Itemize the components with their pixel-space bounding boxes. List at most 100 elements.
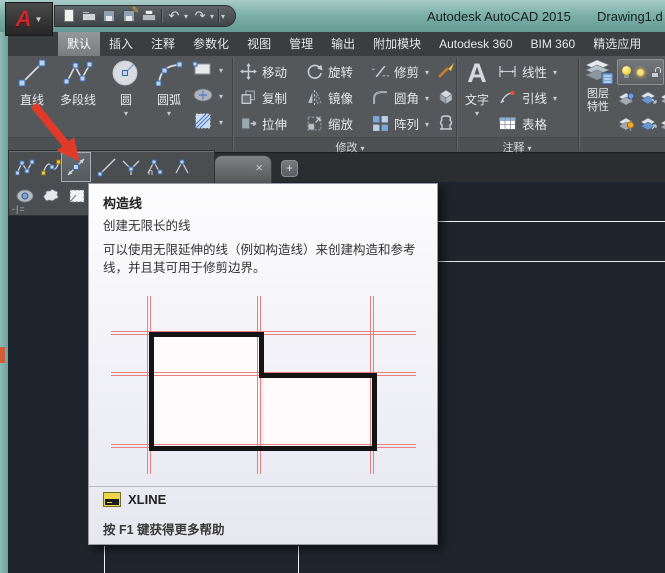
new-drawing-tab-button[interactable]: + xyxy=(281,160,298,177)
pencil-icon: ✎ xyxy=(131,5,139,16)
layer-thaw-sun-icon[interactable] xyxy=(634,66,646,79)
panel-separator xyxy=(232,58,233,151)
dropdown-icon xyxy=(528,142,532,154)
customize-qat-icon[interactable] xyxy=(221,12,225,21)
leader-button[interactable]: 引线 xyxy=(498,86,557,108)
layer-tool-button[interactable] xyxy=(660,116,665,132)
rotate-icon xyxy=(306,63,323,80)
tab-parametric[interactable]: 参数化 xyxy=(184,32,238,56)
layer-unlock-icon[interactable] xyxy=(650,66,660,79)
layer-walk-button[interactable] xyxy=(640,116,658,132)
tab-annotate[interactable]: 注释 xyxy=(142,32,184,56)
tab-output[interactable]: 输出 xyxy=(322,32,364,56)
modify-panel-label[interactable]: 修改 xyxy=(270,139,430,155)
drawing-file-tab[interactable]: × xyxy=(214,155,272,183)
stretch-icon xyxy=(240,115,257,132)
ribbon-tab-bar: 默认 插入 注释 参数化 视图 管理 输出 附加模块 Autodesk 360 … xyxy=(8,32,665,56)
rectangle-button[interactable] xyxy=(192,60,223,78)
plot-icon[interactable] xyxy=(141,8,157,24)
tab-bim360[interactable]: BIM 360 xyxy=(522,32,585,56)
stretch-button[interactable]: 拉伸 xyxy=(240,112,287,134)
dropdown-icon[interactable] xyxy=(425,64,429,78)
dropdown-icon[interactable] xyxy=(219,60,223,78)
toolbar-divide-button[interactable]: n xyxy=(145,155,169,179)
button-label: 表格 xyxy=(522,114,547,133)
tab-insert[interactable]: 插入 xyxy=(100,32,142,56)
polyline-button[interactable]: 多段线 xyxy=(52,58,104,108)
layer-properties-button[interactable]: 图层 特性 xyxy=(578,58,618,114)
move-button[interactable]: 移动 xyxy=(240,60,287,82)
close-tab-icon[interactable]: × xyxy=(255,161,263,175)
table-button[interactable]: 表格 xyxy=(498,112,547,134)
trim-button[interactable]: 修剪 xyxy=(372,60,429,82)
layer-off-button[interactable] xyxy=(618,116,636,132)
ellipse-button[interactable] xyxy=(192,86,223,104)
dropdown-icon[interactable] xyxy=(425,90,429,104)
quick-access-toolbar: ✎ ↶ ↷ xyxy=(54,5,236,27)
app-title: Autodesk AutoCAD 2015 xyxy=(427,9,571,24)
toolbar-grip-icon[interactable]: -|= xyxy=(12,204,26,214)
save-as-icon[interactable]: ✎ xyxy=(121,8,137,24)
toolbar-line-button[interactable] xyxy=(95,155,119,179)
toolbar-measure-button[interactable] xyxy=(171,155,195,179)
toolbar-boundary-button[interactable] xyxy=(65,184,89,208)
layer-isolate-button[interactable] xyxy=(618,90,636,106)
stamp-tool-button[interactable] xyxy=(436,112,456,134)
toolbar-separator xyxy=(218,9,219,23)
new-file-icon[interactable] xyxy=(61,8,77,24)
tooltip-description: 可以使用无限延伸的线（例如构造线）来创建构造和参考线，并且其可用于修剪边界。 xyxy=(103,241,427,277)
fillet-icon xyxy=(372,89,389,106)
tooltip-help-hint: 按 F1 键获得更多帮助 xyxy=(103,519,225,538)
hatch-button[interactable] xyxy=(192,112,223,130)
toolbar-polyline-button[interactable] xyxy=(13,155,37,179)
toolbar-ray-button[interactable] xyxy=(119,155,143,179)
dropdown-icon[interactable] xyxy=(167,109,171,117)
dropdown-icon[interactable] xyxy=(553,90,557,104)
tab-manage[interactable]: 管理 xyxy=(280,32,322,56)
tab-addins[interactable]: 附加模块 xyxy=(364,32,430,56)
layer-state-group xyxy=(617,59,664,85)
tab-home[interactable]: 默认 xyxy=(58,32,100,56)
dropdown-icon[interactable] xyxy=(124,109,128,117)
mirror-button[interactable]: 镜像 xyxy=(306,86,353,108)
button-label: 阵列 xyxy=(394,114,419,133)
dropdown-icon[interactable] xyxy=(425,116,429,130)
text-button[interactable]: A 文字 xyxy=(458,58,496,117)
array-button[interactable]: 阵列 xyxy=(372,112,429,134)
save-icon[interactable] xyxy=(101,8,117,24)
layers-icon xyxy=(582,58,614,86)
fillet-button[interactable]: 圆角 xyxy=(372,86,429,108)
copy-button[interactable]: 复制 xyxy=(240,86,287,108)
undo-icon[interactable]: ↶ xyxy=(166,8,182,24)
annotation-panel-label[interactable]: 注释 xyxy=(456,139,578,155)
toolbar-spline-button[interactable] xyxy=(39,155,63,179)
layer-on-bulb-icon[interactable] xyxy=(621,65,630,79)
open-file-icon[interactable] xyxy=(81,8,97,24)
3d-object-button[interactable] xyxy=(436,86,456,108)
linear-dimension-button[interactable]: 线性 xyxy=(498,60,557,82)
redo-icon[interactable]: ↷ xyxy=(192,8,208,24)
arc-button[interactable]: 圆弧 xyxy=(146,58,192,117)
toolbar-revision-cloud-button[interactable] xyxy=(39,184,63,208)
array-icon xyxy=(372,115,389,132)
undo-dropdown-icon[interactable] xyxy=(184,12,188,21)
button-label: 多段线 xyxy=(60,91,96,108)
line-button[interactable]: 直线 xyxy=(10,58,54,108)
redo-dropdown-icon[interactable] xyxy=(210,12,214,21)
application-menu-button[interactable]: A ▼ xyxy=(5,2,53,36)
rotate-button[interactable]: 旋转 xyxy=(306,60,353,82)
dropdown-icon[interactable] xyxy=(219,86,223,104)
dropdown-icon[interactable] xyxy=(219,112,223,130)
circle-button[interactable]: 圆 xyxy=(104,58,148,117)
scale-button[interactable]: 缩放 xyxy=(306,112,353,134)
tab-view[interactable]: 视图 xyxy=(238,32,280,56)
dropdown-icon[interactable] xyxy=(553,64,557,78)
button-label: 引线 xyxy=(522,88,547,107)
dropdown-icon[interactable] xyxy=(475,109,479,117)
layer-freeze-button[interactable] xyxy=(640,90,658,106)
tab-featured-apps[interactable]: 精选应用 xyxy=(584,32,650,56)
match-properties-button[interactable] xyxy=(436,60,456,82)
tab-autodesk360[interactable]: Autodesk 360 xyxy=(430,32,521,56)
button-label: 修剪 xyxy=(394,62,419,81)
layer-tool-button[interactable] xyxy=(660,90,665,106)
